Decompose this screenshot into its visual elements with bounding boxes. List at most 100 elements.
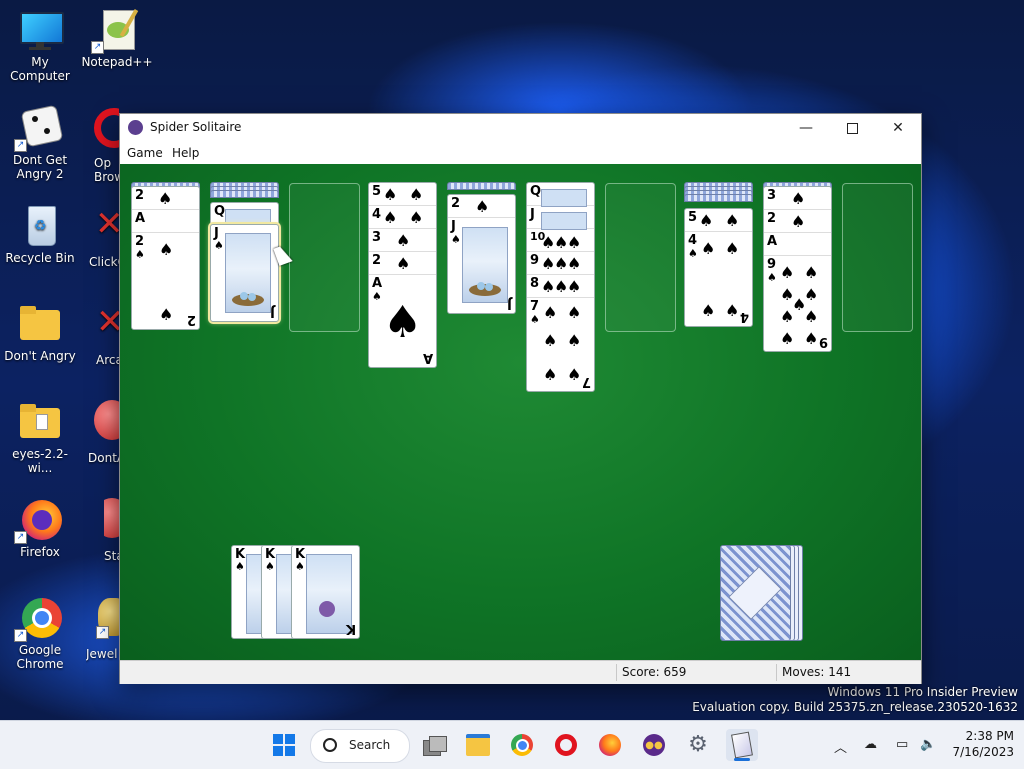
card-rank: 9 — [767, 257, 777, 272]
start-button[interactable] — [268, 729, 300, 761]
watermark-edition: Windows 11 Pro Insider Preview — [827, 685, 1018, 699]
spade-icon: ♠ — [396, 254, 411, 273]
card-rank-bottom: 2 — [186, 312, 196, 327]
taskbar-app-purple[interactable]: ●● — [638, 729, 670, 761]
spade-icon: ♠ — [543, 365, 558, 384]
stock-pile[interactable] — [720, 545, 803, 641]
desktop-icon-my-computer[interactable]: My Computer — [0, 8, 80, 83]
desktop-icon-dont-get-angry-2[interactable]: ↗ Dont Get Angry 2 — [0, 104, 80, 181]
spade-icon: ♠ — [701, 301, 716, 320]
onedrive-status[interactable]: ☁ — [864, 737, 877, 752]
tableau-column-9[interactable]: 3 ♠ 2 ♠ A 9 ♠ ♠ ♠ ♠ ♠ ♠ ♠ ♠ ♠ ♠ 9 — [763, 186, 832, 352]
selected-card-jack[interactable]: J ♠ J — [210, 224, 279, 322]
spade-icon: ♠ — [383, 208, 398, 227]
desktop-icon-clickc[interactable]: ✕ ClickC — [89, 204, 119, 274]
close-button[interactable]: ✕ — [875, 114, 921, 142]
spade-icon: ♠ — [475, 197, 490, 216]
network-status[interactable]: ▭ — [896, 737, 908, 752]
taskbar-chrome[interactable] — [506, 729, 538, 761]
desktop-icon-label: Firefox — [20, 545, 60, 559]
tableau-column-5[interactable]: 2 ♠ J ♠ J — [447, 194, 516, 314]
taskbar-opera[interactable] — [550, 729, 582, 761]
desktop-icon-firefox[interactable]: ↗ Firefox — [0, 498, 80, 559]
spade-icon: ♠ — [688, 247, 698, 260]
tableau-column-8[interactable]: 5 ♠ ♠ 4 ♠ ♠ ♠ ♠ ♠ 4 — [684, 208, 753, 327]
card-rank: 3 — [767, 188, 777, 203]
computer-icon — [16, 8, 64, 52]
card-rank: Q — [214, 204, 226, 219]
menu-game[interactable]: Game — [127, 146, 163, 160]
taskbar-file-explorer[interactable] — [462, 729, 494, 761]
task-view-icon — [423, 736, 447, 756]
mask-icon: ●● — [643, 734, 665, 756]
desktop-icon-eyes[interactable]: eyes-2.2-wi... — [0, 400, 80, 475]
empty-column-10[interactable] — [842, 183, 913, 332]
x-icon: ✕ — [95, 204, 119, 244]
desktop-icon-notepad-plus-plus[interactable]: ↗ Notepad++ — [77, 8, 157, 69]
desktop-icon-dont-angry[interactable]: Don't Angry — [0, 302, 80, 363]
card-rank-bottom: J — [270, 304, 275, 319]
spade-icon: ♠ — [725, 211, 740, 230]
spade-icon: ♠ — [701, 239, 716, 258]
card-rank-bottom: K — [345, 621, 356, 636]
spade-icon: ♠ — [159, 305, 174, 324]
spade-icon: ♠ — [567, 303, 582, 322]
chrome-icon — [511, 734, 533, 756]
spade-icon: ♠ — [791, 189, 806, 208]
empty-column-3[interactable] — [289, 183, 360, 332]
taskbar-firefox[interactable] — [594, 729, 626, 761]
desktop-icon-recycle-bin[interactable]: ♻ Recycle Bin — [0, 204, 80, 265]
search-box[interactable]: Search — [310, 729, 410, 763]
title-bar[interactable]: Spider Solitaire — ✕ — [120, 114, 921, 142]
file-explorer-icon — [466, 734, 490, 756]
moves-display: Moves: 141 — [776, 664, 912, 681]
maximize-button[interactable] — [829, 114, 875, 142]
spade-icon: ♠ — [791, 212, 806, 231]
notepad-plus-plus-icon: ↗ — [91, 8, 141, 54]
volume-control[interactable]: 🔈 — [920, 737, 936, 752]
menu-help[interactable]: Help — [172, 146, 199, 160]
tableau-column-4[interactable]: 5 ♠ ♠ 4 ♠ ♠ 3 ♠ 2 ♠ A ♠ ♠ A — [368, 182, 437, 368]
spade-icon: ♠ — [725, 301, 740, 320]
menu-bar: Game Help — [120, 142, 921, 164]
speaker-icon: 🔈 — [920, 737, 937, 752]
watermark-build: Evaluation copy. Build 25375.zn_release.… — [692, 700, 1018, 714]
desktop-icon-label: Google Chrome — [16, 643, 64, 671]
clock[interactable]: 2:38 PM 7/16/2023 — [950, 728, 1014, 760]
task-view-button[interactable] — [418, 729, 450, 761]
taskbar-settings[interactable]: ⚙ — [682, 729, 714, 761]
desktop-icon-jewel[interactable]: ↗ Jewel — [86, 596, 119, 666]
show-hidden-icons-button[interactable]: ︿ — [834, 737, 847, 756]
close-icon: ✕ — [892, 120, 904, 136]
taskbar-spider-solitaire[interactable] — [726, 729, 758, 761]
desktop-icon-donta[interactable]: DontA — [88, 400, 119, 470]
desktop-icon-label: Op Brow — [94, 156, 119, 184]
desktop-icon-opera[interactable]: Op Brow — [94, 106, 119, 186]
tableau-column-1[interactable]: 2 ♠ A 2 ♠ ♠ ♠ 2 — [131, 186, 200, 330]
winter-nest-card-art — [462, 227, 508, 303]
spade-icon: ♠ — [725, 239, 740, 258]
spade-icon: ♠ — [567, 331, 582, 350]
spade-icon: ♠ — [530, 313, 540, 326]
spade-icon: ♠ — [543, 303, 558, 322]
desktop-icon-google-chrome[interactable]: ↗ Google Chrome — [0, 596, 80, 671]
card-rank: A — [135, 211, 146, 226]
spade-icon: ♠ — [567, 365, 582, 384]
card-rank-bottom: J — [507, 296, 512, 311]
desktop-icon-arca[interactable]: ✕ Arca — [96, 302, 119, 372]
card-rank: 3 — [372, 230, 382, 245]
spade-icon: ♠ — [451, 233, 461, 246]
minimize-button[interactable]: — — [783, 114, 829, 142]
card-rank: 2 — [451, 196, 461, 211]
spade-icon: ♠ — [780, 329, 795, 348]
face-down-card — [210, 190, 279, 198]
spade-icon: ♠ — [265, 560, 275, 573]
empty-column-7[interactable] — [605, 183, 676, 332]
x-icon: ✕ — [96, 302, 119, 342]
opera-icon — [555, 734, 577, 756]
spider-icon — [128, 120, 143, 135]
desktop-icon-sta[interactable]: Sta — [104, 498, 119, 568]
card-rank-bottom: 7 — [581, 374, 591, 389]
tableau-column-6[interactable]: Q J 10 ♠ ♠ ♠ 9 ♠ ♠ ♠ 8 ♠ ♠ ♠ 7 ♠ ♠ ♠ ♠ ♠… — [526, 182, 595, 392]
desktop-icon-label: Dont Get Angry 2 — [12, 153, 68, 181]
